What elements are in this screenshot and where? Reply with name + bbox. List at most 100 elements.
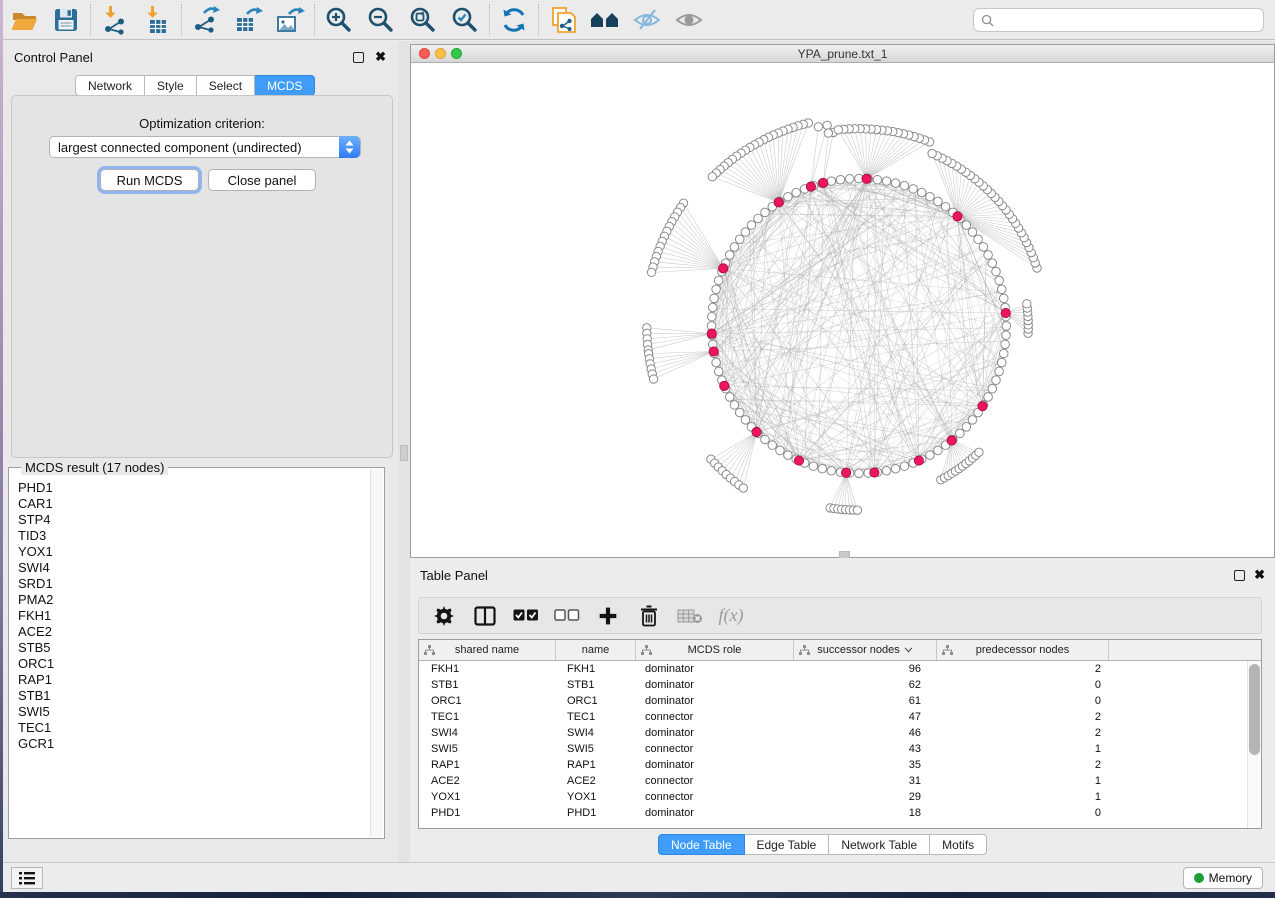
export-network-button[interactable] [185, 3, 227, 37]
select-all-button[interactable] [513, 603, 539, 629]
mcds-node[interactable] [774, 198, 783, 207]
table-row[interactable]: FKH1FKH1dominator962 [419, 661, 1247, 677]
network-node[interactable] [784, 192, 793, 201]
network-node[interactable] [962, 423, 971, 432]
show-all-button[interactable] [668, 3, 710, 37]
network-node[interactable] [1002, 322, 1011, 331]
network-node[interactable] [988, 384, 997, 393]
mcds-node[interactable] [978, 402, 987, 411]
network-node[interactable] [836, 175, 845, 184]
table-row[interactable]: RAP1RAP1dominator352 [419, 757, 1247, 773]
network-node[interactable] [776, 446, 785, 455]
close-icon[interactable]: ✖ [375, 51, 386, 62]
tab-edge-table[interactable]: Edge Table [745, 834, 830, 855]
network-node[interactable] [1001, 340, 1010, 349]
table-row[interactable]: ORC1ORC1dominator610 [419, 693, 1247, 709]
clone-network-button[interactable] [542, 3, 584, 37]
network-node[interactable] [712, 285, 721, 294]
network-node[interactable] [997, 358, 1006, 367]
network-node[interactable] [975, 448, 983, 456]
hide-selected-button[interactable] [626, 3, 668, 37]
mcds-result-item[interactable]: PMA2 [10, 592, 370, 608]
table-row[interactable]: PHD1PHD1dominator180 [419, 805, 1247, 821]
network-node[interactable] [708, 312, 717, 321]
tab-motifs[interactable]: Motifs [930, 834, 987, 855]
mcds-node[interactable] [841, 468, 850, 477]
mcds-result-item[interactable]: SWI4 [10, 560, 370, 576]
network-node[interactable] [873, 175, 882, 184]
mcds-node[interactable] [752, 427, 761, 436]
network-node[interactable] [714, 276, 723, 285]
column-header-successor-nodes[interactable]: successor nodes [794, 640, 937, 660]
float-window-icon[interactable] [1234, 570, 1245, 581]
network-window-titlebar[interactable]: YPA_prune.txt_1 [411, 45, 1274, 63]
network-node[interactable] [747, 221, 756, 230]
mcds-node[interactable] [862, 174, 871, 183]
network-node[interactable] [882, 177, 891, 186]
network-node[interactable] [934, 197, 943, 206]
close-icon[interactable]: ✖ [1254, 569, 1265, 580]
network-node[interactable] [999, 294, 1008, 303]
network-node[interactable] [926, 192, 935, 201]
network-node[interactable] [995, 276, 1004, 285]
tab-network[interactable]: Network [75, 75, 145, 96]
save-session-button[interactable] [45, 3, 87, 37]
vertical-splitter[interactable] [398, 41, 410, 862]
mcds-result-item[interactable]: RAP1 [10, 672, 370, 688]
network-node[interactable] [992, 376, 1001, 385]
network-node[interactable] [818, 464, 827, 473]
network-node[interactable] [809, 462, 818, 471]
close-panel-button[interactable]: Close panel [208, 169, 316, 191]
network-node[interactable] [761, 435, 770, 444]
network-node[interactable] [730, 243, 739, 252]
network-node[interactable] [741, 416, 750, 425]
network-node[interactable] [992, 267, 1001, 276]
network-node[interactable] [997, 285, 1006, 294]
network-node[interactable] [900, 462, 909, 471]
mcds-result-item[interactable]: TEC1 [10, 720, 370, 736]
network-node[interactable] [710, 294, 719, 303]
export-table-button[interactable] [227, 3, 269, 37]
network-node[interactable] [754, 214, 763, 223]
mcds-node[interactable] [707, 329, 716, 338]
mcds-node[interactable] [870, 468, 879, 477]
optimization-criterion-select[interactable]: largest connected component (undirected) [49, 136, 361, 158]
mcds-result-item[interactable]: PHD1 [10, 480, 370, 496]
mcds-result-item[interactable]: ORC1 [10, 656, 370, 672]
mcds-result-item[interactable]: YOX1 [10, 544, 370, 560]
float-window-icon[interactable] [353, 52, 364, 63]
network-node[interactable] [979, 243, 988, 252]
mcds-node[interactable] [794, 456, 803, 465]
delete-table-button[interactable] [677, 603, 703, 629]
mcds-result-item[interactable]: TID3 [10, 528, 370, 544]
import-table-button[interactable] [136, 3, 178, 37]
column-header-mcds-role[interactable]: MCDS role [636, 640, 794, 660]
network-node[interactable] [735, 235, 744, 244]
network-node[interactable] [730, 401, 739, 410]
network-node[interactable] [714, 367, 723, 376]
zoom-selected-button[interactable] [444, 3, 486, 37]
memory-button[interactable]: Memory [1183, 867, 1263, 889]
network-node[interactable] [988, 259, 997, 268]
function-builder-button[interactable]: f(x) [718, 603, 744, 629]
network-node[interactable] [725, 251, 734, 260]
network-node[interactable] [708, 303, 717, 312]
network-node[interactable] [712, 358, 721, 367]
show-hide-columns-button[interactable] [472, 603, 498, 629]
tab-network-table[interactable]: Network Table [829, 834, 930, 855]
network-node[interactable] [882, 466, 891, 475]
mcds-node[interactable] [947, 436, 956, 445]
network-node[interactable] [926, 451, 935, 460]
network-node[interactable] [827, 466, 836, 475]
network-node[interactable] [834, 126, 842, 134]
network-node[interactable] [974, 235, 983, 244]
mcds-result-item[interactable]: SWI5 [10, 704, 370, 720]
table-row[interactable]: SWI4SWI4dominator462 [419, 725, 1247, 741]
network-node[interactable] [735, 408, 744, 417]
mcds-result-item[interactable]: ACE2 [10, 624, 370, 640]
network-node[interactable] [741, 228, 750, 237]
mcds-result-scrollbar[interactable] [370, 469, 383, 837]
column-header-name[interactable]: name [556, 640, 636, 660]
mcds-result-item[interactable]: STP4 [10, 512, 370, 528]
network-node[interactable] [968, 416, 977, 425]
